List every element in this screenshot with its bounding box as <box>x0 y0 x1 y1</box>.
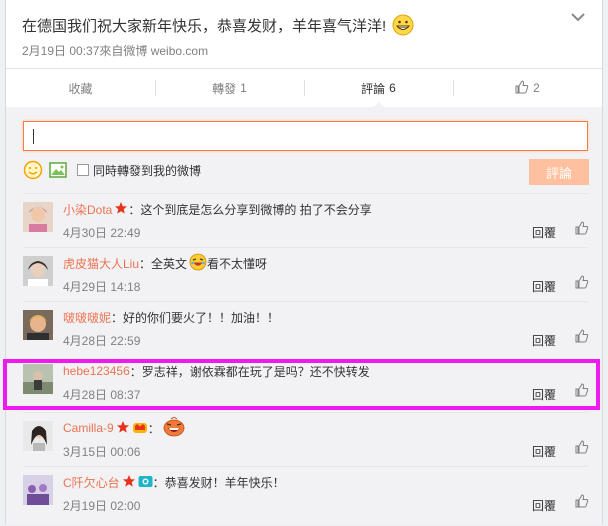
thumbs-up-icon[interactable] <box>575 329 589 343</box>
comment-body: ：恭喜发财！羊年快乐！ <box>152 475 285 490</box>
reply-button[interactable]: 回覆 <box>532 497 556 514</box>
reply-button[interactable]: 回覆 <box>532 443 556 460</box>
star-icon <box>114 201 128 218</box>
comment-username[interactable]: C阡欠心台 <box>63 474 120 491</box>
comment-text: Camilla-9 ： <box>63 415 186 437</box>
comment-body: ：这个到底是怎么分享到微博的 拍了不会分享 <box>128 202 372 217</box>
divider <box>23 466 588 467</box>
comment-body: ： <box>147 421 160 436</box>
laughing-face-icon <box>162 415 186 440</box>
comment-tab-label: 評論 <box>361 81 386 96</box>
star-icon <box>122 474 136 491</box>
thumbs-up-icon[interactable] <box>575 440 589 454</box>
comment-username[interactable]: hebe123456 <box>63 364 130 378</box>
avatar[interactable] <box>23 364 53 394</box>
weibo-post-card: 在德国我们祝大家新年快乐，恭喜发财，羊年喜气洋洋! 2月19日 00:37來自微… <box>5 0 603 524</box>
comment-time: 2月19日 02:00 <box>63 499 141 513</box>
comment-text: 啵啵啵妮 ：好的你们要火了！！加油！！ <box>63 309 279 325</box>
thumbs-up-icon <box>515 79 529 97</box>
comment-username[interactable]: 啵啵啵妮 <box>63 309 111 326</box>
comment-text: 虎皮猫大人Liu ：全英文 看不太懂呀 <box>63 253 268 274</box>
action-bar: 收藏 轉發 1 評論 6 2 <box>6 68 602 108</box>
repost-checkbox[interactable] <box>77 164 89 176</box>
repost-count: 1 <box>240 81 247 95</box>
star-icon <box>116 420 130 437</box>
avatar[interactable] <box>23 421 53 451</box>
camera-icon <box>138 474 153 491</box>
comment-username[interactable]: 小染Dota <box>63 201 112 218</box>
comment-item: 虎皮猫大人Liu ：全英文 看不太懂呀 4月29日 14:18 回覆 <box>6 247 602 301</box>
comments-panel: 同時轉發到我的微博 評論 小染Dota ：这个到底是怎么分享到微博的 拍了不会分… <box>6 107 602 524</box>
thumbs-up-icon[interactable] <box>575 221 589 235</box>
divider <box>23 247 588 248</box>
comment-time: 4月30日 22:49 <box>63 226 141 240</box>
post-text: 在德国我们祝大家新年快乐，恭喜发财，羊年喜气洋洋! <box>22 14 414 40</box>
like-count: 2 <box>533 81 540 95</box>
comment-text: hebe123456 ：罗志祥，谢依霖都在玩了是吗？还不快转发 <box>63 363 370 379</box>
comment-input[interactable] <box>24 122 587 150</box>
comment-body: ：好的你们要火了！！加油！！ <box>111 310 280 325</box>
smiley-icon[interactable] <box>23 160 43 180</box>
text-caret <box>33 129 34 144</box>
post-text-content: 在德国我们祝大家新年快乐，恭喜发财，羊年喜气洋洋! <box>22 17 387 35</box>
comment-time: 4月28日 22:59 <box>63 334 141 348</box>
avatar[interactable] <box>23 256 53 286</box>
crying-laughing-icon <box>189 253 207 274</box>
comment-time: 4月28日 08:37 <box>63 388 141 402</box>
comment-text: 小染Dota ：这个到底是怎么分享到微博的 拍了不会分享 <box>63 201 372 217</box>
divider <box>23 193 588 194</box>
comment-count: 6 <box>389 81 396 95</box>
favorite-label: 收藏 <box>68 81 93 96</box>
thumbs-up-icon[interactable] <box>575 275 589 289</box>
repost-checkbox-label: 同時轉發到我的微博 <box>93 163 202 178</box>
avatar[interactable] <box>23 475 53 505</box>
post-meta: 2月19日 00:37來自微博 weibo.com <box>22 44 209 58</box>
comment-item: C阡欠心台 ：恭喜发财！羊年快乐！ 2月19日 02:00 回覆 <box>6 466 602 520</box>
comment-item: 啵啵啵妮 ：好的你们要火了！！加油！！ 4月28日 22:59 回覆 <box>6 301 602 355</box>
thumbs-up-icon[interactable] <box>575 383 589 397</box>
divider <box>23 412 588 413</box>
submit-comment-button[interactable]: 評論 <box>529 159 589 185</box>
comment-time: 4月29日 14:18 <box>63 280 141 294</box>
comment-text: C阡欠心台 ：恭喜发财！羊年快乐！ <box>63 474 285 490</box>
composer-tools: 同時轉發到我的微博 <box>23 160 201 180</box>
favorite-button[interactable]: 收藏 <box>6 69 155 107</box>
divider <box>23 301 588 302</box>
comment-username[interactable]: 虎皮猫大人Liu <box>63 255 139 272</box>
comment-item: hebe123456 ：罗志祥，谢依霖都在玩了是吗？还不快转发 4月28日 08… <box>6 355 602 409</box>
grinning-face-icon <box>392 14 414 40</box>
comment-body-start: ：全英文 <box>139 256 188 271</box>
avatar[interactable] <box>23 310 53 340</box>
avatar[interactable] <box>23 202 53 232</box>
repost-button[interactable]: 轉發 1 <box>155 69 304 107</box>
chevron-down-icon[interactable] <box>570 10 586 24</box>
like-button[interactable]: 2 <box>453 69 602 107</box>
reply-button[interactable]: 回覆 <box>532 386 556 403</box>
comment-input-box[interactable] <box>23 121 588 151</box>
crown-icon <box>132 420 148 437</box>
reply-button[interactable]: 回覆 <box>532 224 556 241</box>
repost-label: 轉發 <box>212 81 237 96</box>
comment-username[interactable]: Camilla-9 <box>63 421 114 435</box>
thumbs-up-icon[interactable] <box>575 494 589 508</box>
comment-time: 3月15日 00:06 <box>63 445 141 459</box>
comment-item: Camilla-9 ： 3月15日 00:06 回覆 <box>6 412 602 466</box>
comment-body-end: 看不太懂呀 <box>207 256 268 271</box>
comment-body: ：罗志祥，谢依霖都在玩了是吗？还不快转发 <box>129 364 370 379</box>
reply-button[interactable]: 回覆 <box>532 278 556 295</box>
reply-button[interactable]: 回覆 <box>532 332 556 349</box>
comment-tab[interactable]: 評論 6 <box>304 69 453 108</box>
image-icon[interactable] <box>48 160 68 180</box>
comment-item: 小染Dota ：这个到底是怎么分享到微博的 拍了不会分享 4月30日 22:49… <box>6 193 602 247</box>
